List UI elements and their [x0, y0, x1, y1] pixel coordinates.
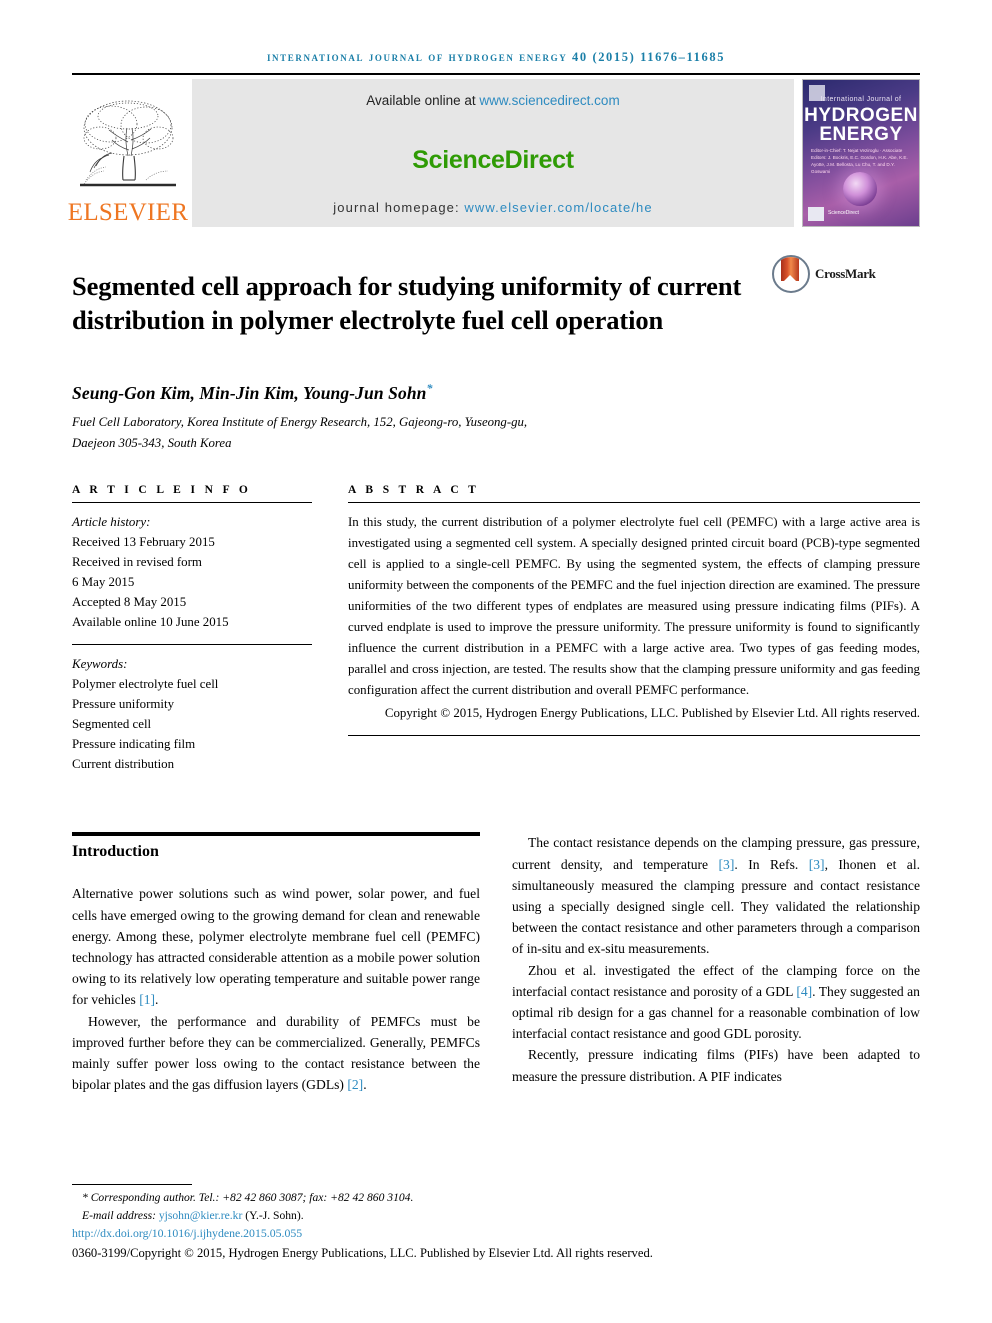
crossmark-badge[interactable]: CrossMark — [772, 251, 882, 293]
paragraph: Alternative power solutions such as wind… — [72, 886, 480, 1008]
cover-title-line2: ENERGY — [819, 124, 903, 145]
running-head: international journal of hydrogen energy… — [266, 50, 726, 64]
article-history-label: Article history: — [72, 515, 151, 530]
email-label: E-mail address: — [82, 1208, 159, 1222]
affiliation-line-1: Fuel Cell Laboratory, Korea Institute of… — [72, 415, 528, 430]
footnote-rule — [72, 1184, 192, 1186]
abstract-bottom-rule — [348, 735, 920, 737]
affiliation-line-2: Daejeon 305-343, South Korea — [72, 436, 232, 451]
journal-homepage-line: journal homepage: www.elsevier.com/locat… — [333, 200, 652, 215]
body-column-left: Introduction Alternative power solutions… — [72, 832, 480, 1095]
footnote-block: * Corresponding author. Tel.: +82 42 860… — [72, 1184, 920, 1261]
cover-title-line1: HYDROGEN — [804, 105, 918, 126]
article-info-heading: A R T I C L E I N F O — [72, 484, 252, 497]
abstract-column: A B S T R A C T In this study, the curre… — [348, 484, 920, 774]
cover-orb-graphic — [843, 172, 877, 206]
citation-link[interactable]: [2] — [347, 1077, 363, 1092]
history-item: Accepted 8 May 2015 — [72, 595, 187, 610]
page-title: Segmented cell approach for studying uni… — [72, 270, 742, 336]
corresponding-author-note: * Corresponding author. Tel.: +82 42 860… — [82, 1191, 414, 1205]
author-list: Seung-Gon Kim, Min-Jin Kim, Young-Jun So… — [72, 381, 920, 404]
article-info-column: A R T I C L E I N F O Article history: R… — [72, 484, 312, 774]
issn-copyright-line: 0360-3199/Copyright © 2015, Hydrogen Ene… — [72, 1246, 653, 1260]
journal-cover-thumbnail: International Journal of HYDROGEN ENERGY… — [802, 79, 920, 227]
paragraph: However, the performance and durability … — [72, 1013, 480, 1093]
keyword-item: Current distribution — [72, 757, 175, 772]
cover-footer: ScienceDirect — [808, 207, 914, 221]
history-item: 6 May 2015 — [72, 575, 135, 590]
introduction-heading: Introduction — [72, 843, 159, 861]
journal-homepage-link[interactable]: www.elsevier.com/locate/he — [464, 200, 652, 215]
info-abstract-region: A R T I C L E I N F O Article history: R… — [72, 484, 920, 774]
masthead: ELSEVIER Available online at www.science… — [68, 79, 920, 227]
author-names: Seung-Gon Kim, Min-Jin Kim, Young-Jun So… — [72, 383, 427, 404]
keywords-label: Keywords: — [72, 657, 128, 672]
title-area: Segmented cell approach for studying uni… — [72, 251, 920, 355]
paragraph: Recently, pressure indicating films (PIF… — [512, 1047, 920, 1084]
citation-link[interactable]: [3] — [809, 857, 825, 872]
keyword-item: Segmented cell — [72, 717, 152, 732]
keyword-item: Polymer electrolyte fuel cell — [72, 677, 219, 692]
body-column-right: The contact resistance depends on the cl… — [512, 832, 920, 1095]
journal-homepage-label: journal homepage: — [333, 200, 465, 215]
paper-page: international journal of hydrogen energy… — [0, 0, 992, 1323]
available-online-label: Available online at — [366, 93, 480, 108]
article-history: Article history: Received 13 February 20… — [72, 512, 312, 632]
sciencedirect-wordmark: ScienceDirect — [412, 145, 574, 174]
sciencedirect-banner: Available online at www.sciencedirect.co… — [192, 79, 794, 227]
history-item: Available online 10 June 2015 — [72, 615, 229, 630]
masthead-top-rule — [72, 73, 920, 75]
cover-small-title: International Journal of — [820, 96, 902, 103]
body-columns: Introduction Alternative power solutions… — [72, 832, 920, 1095]
keywords-rule — [72, 644, 312, 646]
paragraph: Zhou et al. investigated the effect of t… — [512, 962, 920, 1042]
abstract-copyright: Copyright © 2015, Hydrogen Energy Public… — [384, 705, 920, 720]
corresponding-author-marker: * — [426, 381, 433, 396]
email-suffix: (Y.-J. Sohn). — [242, 1208, 304, 1222]
email-link[interactable]: yjsohn@kier.re.kr — [159, 1209, 242, 1222]
elsevier-wordmark: ELSEVIER — [67, 199, 189, 226]
citation-link[interactable]: [3] — [719, 857, 735, 872]
history-item: Received 13 February 2015 — [72, 535, 215, 550]
affiliation: Fuel Cell Laboratory, Korea Institute of… — [72, 412, 732, 454]
article-info-rule — [72, 502, 312, 504]
elsevier-logo: ELSEVIER — [68, 79, 188, 227]
citation-link[interactable]: [4] — [796, 984, 812, 999]
introduction-rule — [72, 832, 480, 837]
abstract-text: In this study, the current distribution … — [348, 515, 920, 697]
abstract-heading: A B S T R A C T — [348, 484, 480, 497]
email-note: E-mail address: yjsohn@kier.re.kr (Y.-J.… — [72, 1207, 920, 1224]
crossmark-label: CrossMark — [815, 266, 876, 281]
available-online-line: Available online at www.sciencedirect.co… — [366, 93, 619, 108]
citation-link[interactable]: [1] — [139, 992, 155, 1007]
history-item: Received in revised form — [72, 555, 202, 570]
doi-link[interactable]: http://dx.doi.org/10.1016/j.ijhydene.201… — [72, 1226, 920, 1241]
cover-sciencedirect-label: ScienceDirect — [828, 210, 859, 217]
keyword-item: Pressure uniformity — [72, 697, 175, 712]
keywords-block: Keywords: Polymer electrolyte fuel cell … — [72, 654, 312, 774]
crossmark-icon — [772, 255, 810, 293]
abstract-rule — [348, 502, 920, 504]
keyword-item: Pressure indicating film — [72, 737, 196, 752]
paragraph: The contact resistance depends on the cl… — [512, 835, 921, 957]
elsevier-tree-icon — [80, 100, 176, 187]
cover-association-mark — [808, 207, 824, 221]
sciencedirect-url-link[interactable]: www.sciencedirect.com — [479, 93, 619, 108]
